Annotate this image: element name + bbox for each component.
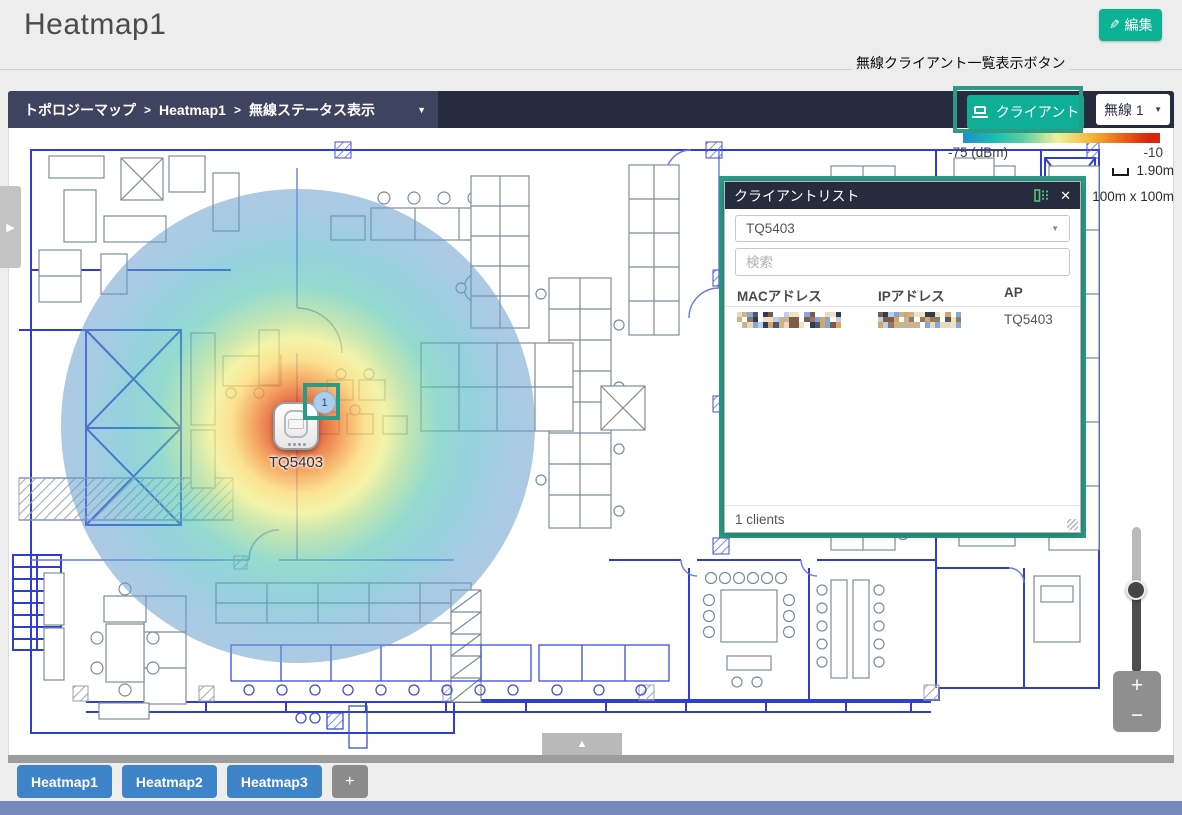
client-list-panel: クライアントリスト ✕ TQ5403 ▼ MACアドレス IPアドレス AP T… (724, 181, 1081, 533)
tab-heatmap1[interactable]: Heatmap1 (17, 765, 112, 798)
radio-band-select-value: 無線 1 (1104, 100, 1144, 120)
column-ap: AP (1004, 285, 1023, 300)
client-panel-header[interactable]: クライアントリスト ✕ (725, 182, 1080, 209)
zoom-in-button[interactable]: + (1113, 671, 1161, 701)
legend-max-dbm: -10 (1143, 145, 1163, 160)
tab-heatmap2[interactable]: Heatmap2 (122, 765, 217, 798)
breadcrumb: トポロジーマップ > Heatmap1 > 無線ステータス表示 ▼ (8, 91, 438, 128)
client-count-text: 1 clients (735, 512, 785, 527)
laptop-icon (972, 106, 988, 118)
column-ip-address: IPアドレス (878, 285, 945, 305)
client-ap-name: TQ5403 (1004, 312, 1053, 327)
bottom-drawer-expand-button[interactable]: ▲ (542, 733, 622, 755)
breadcrumb-topology-map[interactable]: トポロジーマップ (24, 100, 136, 120)
left-panel-expand-button[interactable]: ▶ (0, 186, 21, 268)
client-list-button[interactable]: クライアント (967, 95, 1084, 129)
chevron-down-icon: ▼ (1154, 105, 1162, 114)
access-point-label: TQ5403 (246, 454, 346, 471)
client-panel-device-select-value: TQ5403 (746, 221, 795, 236)
zoom-out-button[interactable]: − (1113, 701, 1161, 731)
client-search-input[interactable] (735, 248, 1070, 276)
chevron-down-icon: ▼ (1051, 224, 1059, 233)
tab-heatmap3[interactable]: Heatmap3 (227, 765, 322, 798)
breadcrumb-heatmap1[interactable]: Heatmap1 (159, 102, 226, 118)
zoom-slider-track[interactable] (1132, 527, 1141, 673)
client-list-button-label: クライアント (996, 102, 1079, 122)
dock-panel-icon[interactable] (1034, 189, 1049, 202)
page-title: Heatmap1 (24, 8, 166, 42)
breadcrumb-wireless-status[interactable]: 無線ステータス表示 (249, 100, 375, 120)
client-panel-title: クライアントリスト (734, 186, 1034, 206)
edit-button[interactable]: ✎ 編集 (1099, 9, 1162, 41)
pencil-icon: ✎ (1109, 17, 1120, 33)
zoom-buttons: + − (1113, 671, 1161, 732)
breadcrumb-separator: > (234, 103, 241, 117)
breadcrumb-separator: > (144, 103, 151, 117)
client-table-header: MACアドレス IPアドレス AP (725, 282, 1080, 307)
add-heatmap-button[interactable]: + (332, 765, 368, 798)
bottom-drawer-bar[interactable] (8, 755, 1174, 763)
legend-min-dbm: -75 (dBm) (948, 145, 1008, 160)
annotation-client-button-note: 無線クライアント一覧表示ボタン (852, 53, 1069, 73)
heatmap-tab-bar: Heatmap1 Heatmap2 Heatmap3 + (17, 765, 368, 798)
annotation-box-badge (303, 383, 340, 420)
footer-bar (0, 801, 1182, 815)
chevron-down-icon[interactable]: ▼ (417, 105, 426, 115)
zoom-slider-thumb[interactable] (1126, 580, 1146, 600)
client-panel-device-select[interactable]: TQ5403 ▼ (735, 215, 1070, 242)
client-table-row[interactable]: TQ5403 (725, 308, 1080, 335)
ruler-icon (1112, 168, 1129, 176)
legend-scale: 1.90m (1112, 163, 1174, 178)
edit-button-label: 編集 (1124, 15, 1152, 35)
map-toolbar: トポロジーマップ > Heatmap1 > 無線ステータス表示 ▼ クライアント… (8, 91, 1174, 128)
app-root: Heatmap1 ✎ 編集 無線クライアント一覧表示ボタン トポロジーマップ >… (0, 0, 1182, 815)
ip-address-redacted (878, 312, 961, 328)
close-icon[interactable]: ✕ (1060, 188, 1071, 204)
panel-resize-handle[interactable] (1067, 519, 1078, 530)
mac-address-redacted (737, 312, 841, 328)
signal-strength-gradient (963, 133, 1160, 143)
column-mac-address: MACアドレス (737, 285, 822, 305)
legend-map-size: 100m x 100m (1092, 189, 1174, 204)
legend-scale-value: 1.90m (1136, 163, 1174, 178)
radio-band-select[interactable]: 無線 1 ▼ (1096, 94, 1170, 125)
client-panel-footer: 1 clients (725, 505, 1080, 532)
